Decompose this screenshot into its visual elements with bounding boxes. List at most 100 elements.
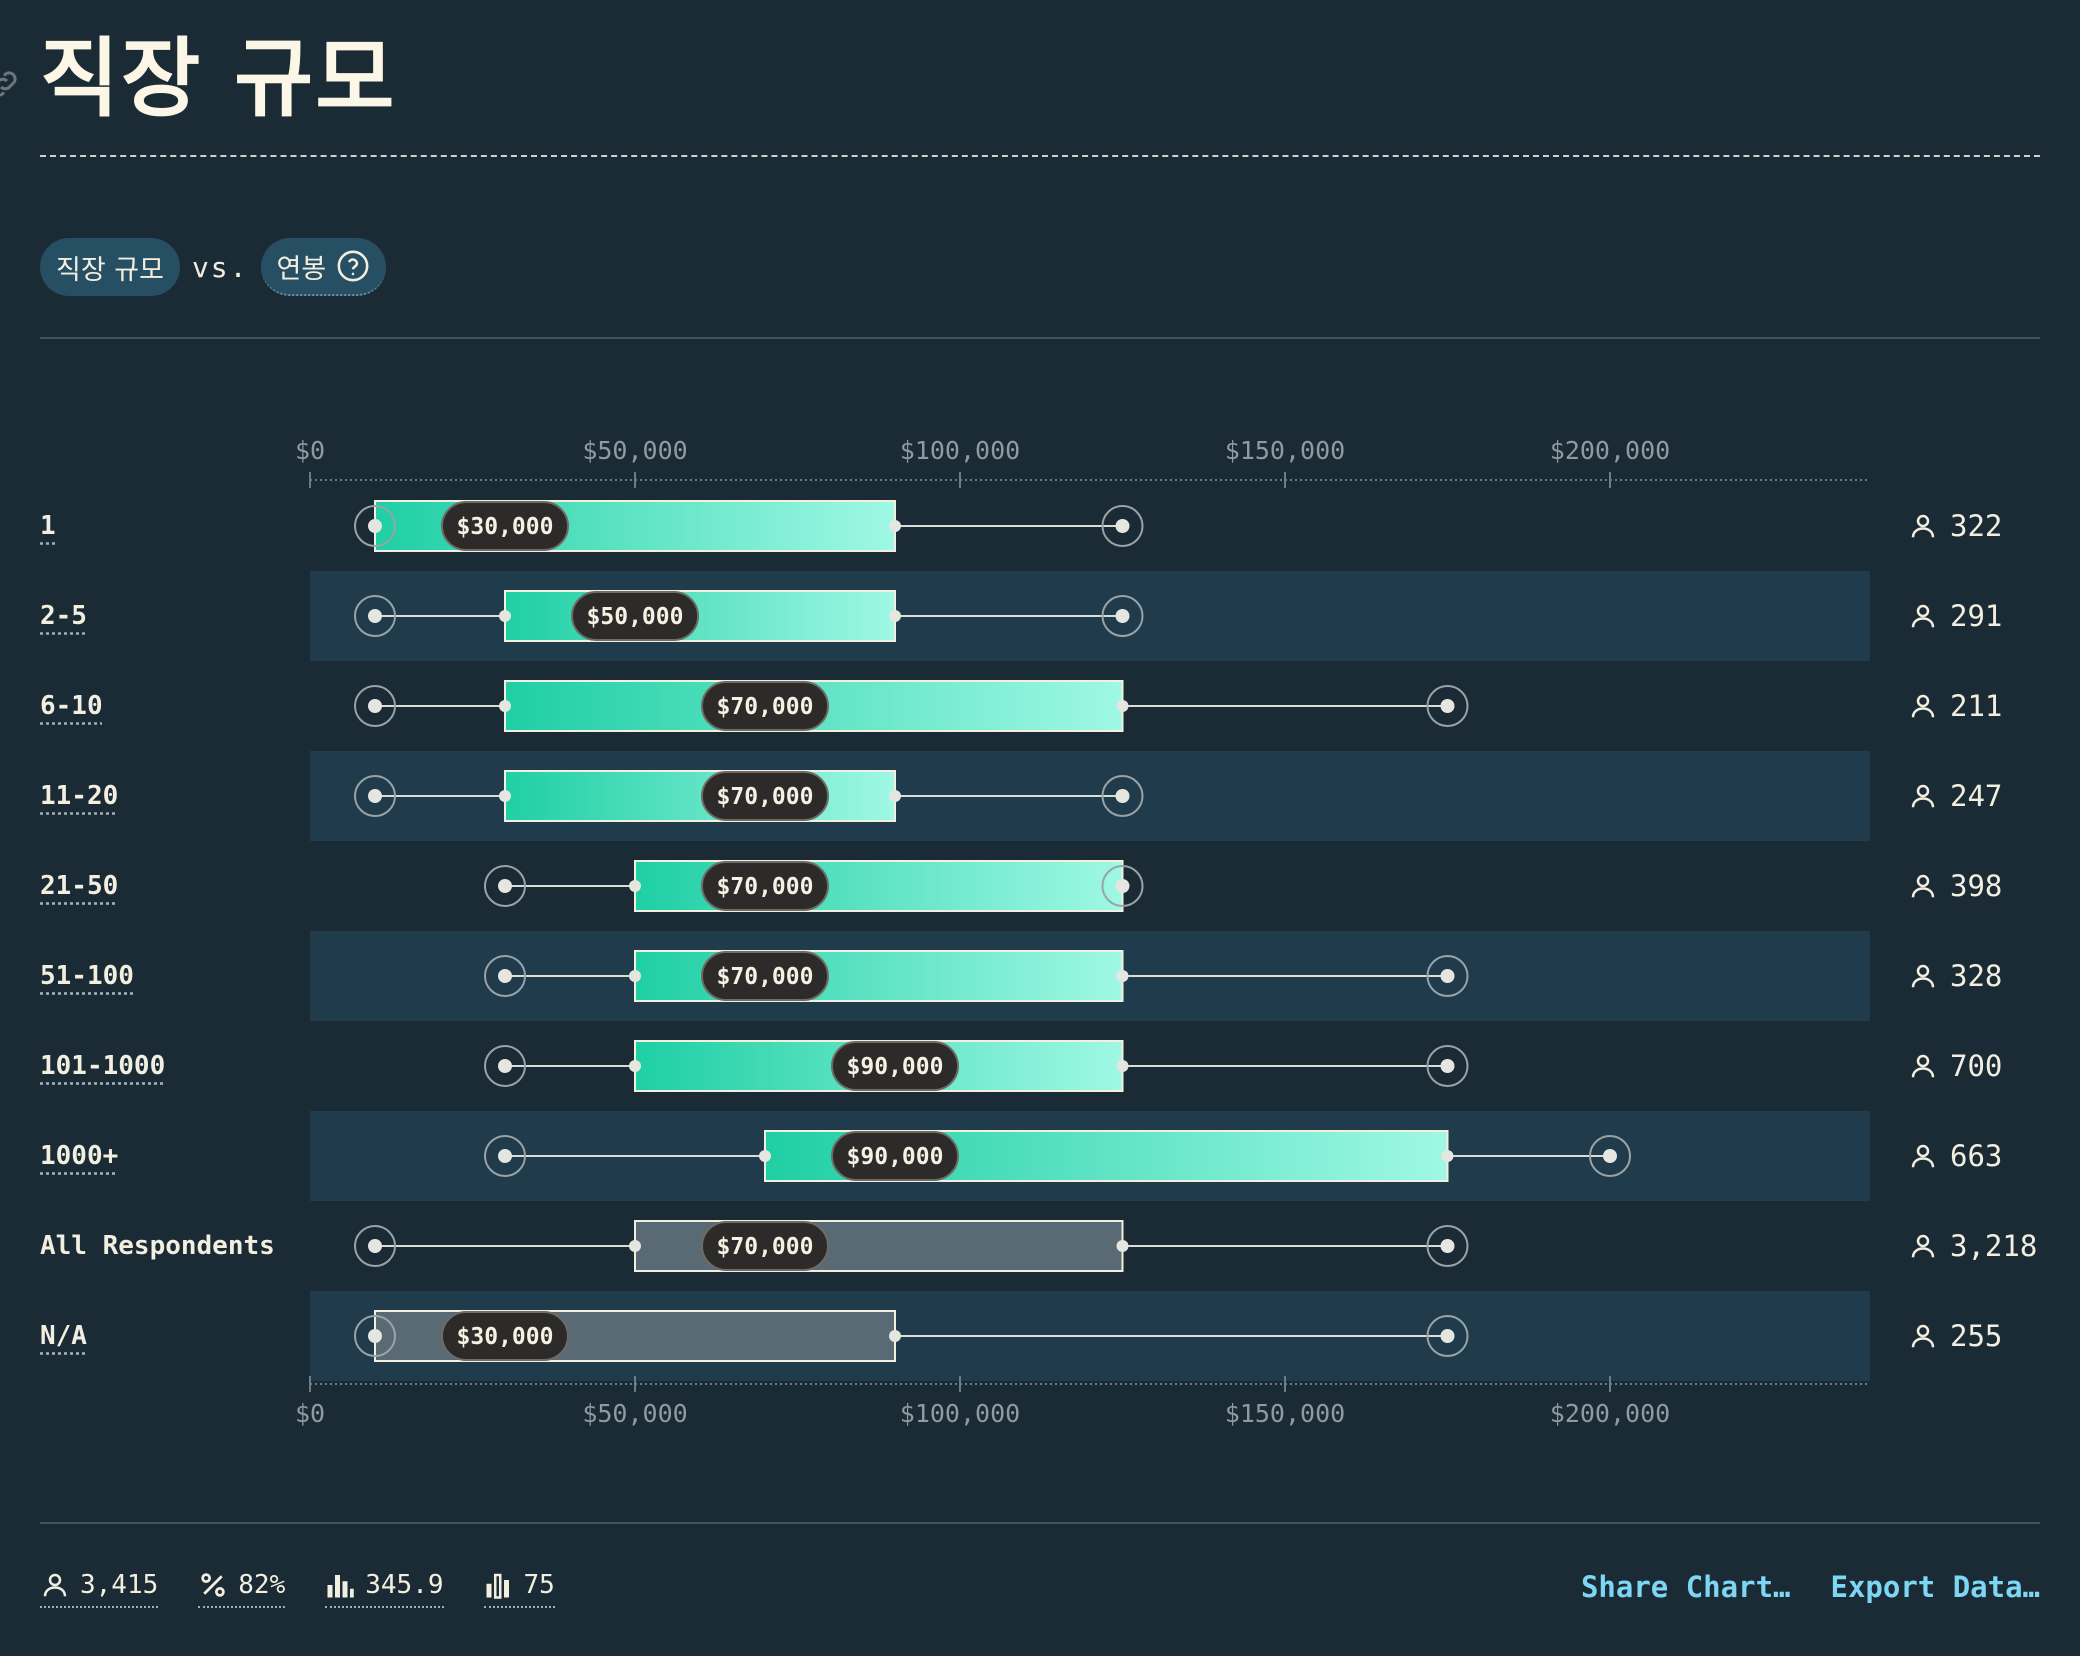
row-label[interactable]: 21-50 [40, 871, 118, 901]
p10-dot [498, 879, 512, 893]
row-count: 291 [1908, 599, 2002, 633]
row-label[interactable]: 51-100 [40, 961, 134, 991]
median-stat[interactable]: 75 [483, 1570, 555, 1608]
footer-stats: 3,415 82% 345.9 75 [40, 1570, 555, 1608]
iqr-box [504, 590, 896, 642]
footer-actions: Share Chart… Export Data… [1581, 1570, 2040, 1604]
p90-dot [1115, 789, 1130, 803]
salary-boxplot-chart: $0 $50,000 $100,000 $150,000 $200,000 $0 $50,0… [295, 436, 1870, 1428]
x-axis-tick-label: $50,000 [582, 1399, 687, 1428]
row-count: 398 [1908, 869, 2002, 903]
row-label[interactable]: 11-20 [40, 781, 118, 811]
link-icon[interactable] [0, 66, 22, 102]
person-icon [1911, 514, 1935, 538]
row-label[interactable]: 2-5 [40, 601, 87, 631]
p75-dot [1116, 970, 1129, 982]
row-label[interactable]: All Respondents [40, 1231, 275, 1261]
median-value-label: $70,000 [717, 964, 814, 990]
person-icon [1911, 1324, 1935, 1348]
p10-dot [368, 699, 382, 713]
person-icon [1911, 1144, 1935, 1168]
row-label[interactable]: 101-1000 [40, 1051, 165, 1081]
person-icon [1911, 604, 1935, 628]
row-label[interactable]: 1000+ [40, 1141, 118, 1171]
p90-dot [1440, 699, 1455, 713]
p10-dot [368, 609, 382, 623]
p90-dot [1115, 519, 1130, 533]
p75-dot [889, 1330, 901, 1342]
median-value-label: $70,000 [717, 784, 814, 810]
p25-dot [499, 790, 511, 802]
x-axis-tick-label: $150,000 [1225, 1399, 1345, 1428]
person-icon [1911, 874, 1935, 898]
boxplot-row-6-10: $70,000 [354, 680, 1469, 732]
median-stat-value: 75 [523, 1570, 555, 1600]
p10-dot [368, 789, 382, 803]
median-value-label: $70,000 [717, 694, 814, 720]
respondents-stat[interactable]: 3,415 [40, 1570, 159, 1608]
row-label[interactable]: N/A [40, 1321, 87, 1351]
p10-dot [368, 1329, 382, 1343]
metric-selector-label: 연봉 [276, 253, 327, 285]
row-count-value: 663 [1950, 1139, 2003, 1173]
person-icon [1911, 1234, 1935, 1258]
row-count: 328 [1908, 959, 2002, 993]
row-label[interactable]: 1 [40, 511, 56, 541]
person-icon [1911, 1054, 1935, 1078]
row-count-value: 700 [1950, 1049, 2003, 1083]
share-chart-button[interactable]: Share Chart… [1581, 1570, 1791, 1604]
vs-label: vs. [191, 250, 249, 284]
p75-dot [889, 610, 901, 622]
help-icon[interactable] [336, 249, 370, 283]
average-stat-value: 345.9 [365, 1570, 444, 1600]
boxplot-row-101-1000: $90,000 [484, 1040, 1469, 1092]
row-count: 663 [1908, 1139, 2002, 1173]
boxplot-row-All Respondents: $70,000 [354, 1220, 1469, 1272]
p25-dot [629, 1240, 641, 1252]
person-icon [1911, 784, 1935, 808]
row-count-value: 211 [1950, 689, 2003, 723]
metric-selector-button[interactable]: 연봉 [260, 238, 387, 296]
section-divider-bottom [40, 1522, 2040, 1524]
p25-dot [759, 1150, 771, 1162]
p25-dot [629, 970, 641, 982]
p90-dot [1440, 1329, 1455, 1343]
p75-dot [1116, 700, 1129, 712]
row-label[interactable]: 6-10 [40, 691, 103, 721]
p25-dot [629, 880, 641, 892]
median-value-label: $90,000 [847, 1144, 944, 1170]
p25-dot [499, 700, 511, 712]
p25-dot [629, 1060, 641, 1072]
x-axis-tick-label: $0 [295, 1399, 325, 1428]
row-count-value: 291 [1950, 599, 2003, 633]
percent-icon [201, 1573, 226, 1597]
x-axis-tick-label: $100,000 [900, 1399, 1020, 1428]
average-stat[interactable]: 345.9 [325, 1570, 444, 1608]
x-axis-tick-label: $0 [295, 436, 325, 465]
p75-dot [1116, 1240, 1129, 1252]
median-value-label: $30,000 [457, 1324, 554, 1350]
x-axis-tick-label: $100,000 [900, 436, 1020, 465]
x-axis-tick-label: $150,000 [1225, 436, 1345, 465]
title-divider [40, 155, 2040, 157]
row-count-value: 328 [1950, 959, 2003, 993]
p90-dot [1115, 609, 1130, 623]
p75-dot [1116, 1060, 1129, 1072]
p10-dot [368, 1239, 382, 1253]
percent-stat[interactable]: 82% [198, 1570, 286, 1608]
person-icon [1911, 694, 1935, 718]
export-data-button[interactable]: Export Data… [1830, 1570, 2040, 1604]
x-axis-tick-label: $200,000 [1550, 1399, 1670, 1428]
p10-dot [498, 969, 512, 983]
median-value-label: $30,000 [457, 514, 554, 540]
boxplot-row-21-50: $70,000 [484, 860, 1144, 912]
p25-dot [499, 610, 511, 622]
median-value-label: $50,000 [587, 604, 684, 630]
boxplot-row-1: $30,000 [354, 500, 1144, 552]
iqr-box [504, 770, 896, 822]
p75-dot [1441, 1150, 1454, 1162]
p10-dot [368, 519, 382, 533]
median-value-label: $70,000 [717, 874, 814, 900]
median-value-label: $90,000 [847, 1054, 944, 1080]
category-selector-button[interactable]: 직장 규모 [40, 238, 180, 296]
